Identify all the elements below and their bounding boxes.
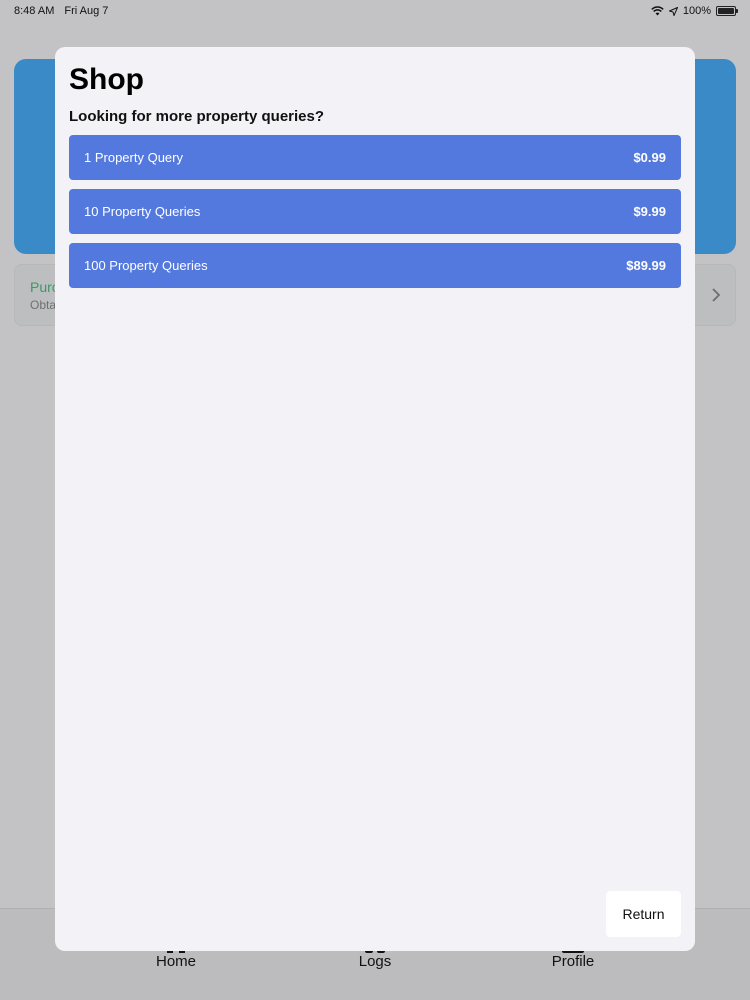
tab-home[interactable]: Home	[116, 953, 236, 970]
status-date: Fri Aug 7	[64, 5, 109, 17]
location-icon	[668, 6, 678, 16]
wifi-icon	[651, 6, 664, 16]
product-1-query-button[interactable]: 1 Property Query $0.99	[69, 135, 681, 180]
product-price: $9.99	[633, 204, 666, 219]
tab-profile[interactable]: Profile	[513, 953, 633, 970]
shop-sheet: Shop Looking for more property queries? …	[55, 47, 695, 951]
product-name: 100 Property Queries	[84, 258, 208, 273]
tab-logs[interactable]: Logs	[315, 953, 435, 970]
status-time: 8:48 AM	[14, 5, 55, 17]
product-list: 1 Property Query $0.99 10 Property Queri…	[69, 135, 681, 297]
product-price: $89.99	[626, 258, 666, 273]
background-purchase-subtitle: Obta	[30, 298, 57, 312]
return-button[interactable]: Return	[606, 891, 681, 937]
chevron-right-icon	[712, 288, 721, 302]
product-name: 10 Property Queries	[84, 204, 201, 219]
product-price: $0.99	[633, 150, 666, 165]
product-name: 1 Property Query	[84, 150, 183, 165]
battery-icon	[716, 6, 738, 16]
page-title: Shop	[69, 63, 144, 96]
status-bar: 8:48 AM Fri Aug 7 100%	[0, 0, 750, 22]
product-10-queries-button[interactable]: 10 Property Queries $9.99	[69, 189, 681, 234]
product-100-queries-button[interactable]: 100 Property Queries $89.99	[69, 243, 681, 288]
shop-subtitle: Looking for more property queries?	[69, 108, 325, 125]
battery-percent: 100%	[682, 5, 711, 17]
